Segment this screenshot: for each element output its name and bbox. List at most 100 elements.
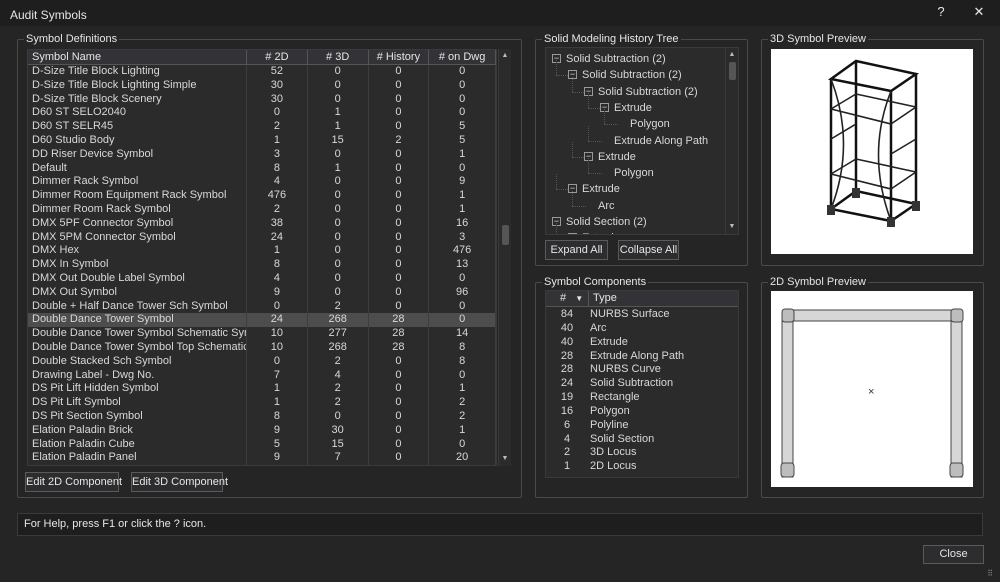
components-body: 84 NURBS Surface 40 Arc 40 Extrude 28 Extrude A… (546, 308, 738, 474)
scroll-up-icon[interactable]: ▲ (726, 50, 738, 60)
col-symbol-name[interactable]: Symbol Name (28, 50, 248, 64)
list-item[interactable]: 24 Solid Subtraction (546, 377, 738, 391)
table-row[interactable]: DMX In Symbol 8 0 0 13 (28, 258, 496, 272)
list-item[interactable]: 28 Extrude Along Path (546, 350, 738, 364)
tree-node[interactable]: Solid Subtraction (2) (566, 52, 666, 66)
tree-node[interactable]: Arc (598, 199, 615, 213)
list-item[interactable]: 16 Polygon (546, 405, 738, 419)
col-type[interactable]: Type (588, 291, 617, 306)
cell-count: 0 (369, 396, 430, 410)
table-row[interactable]: Dimmer Room Rack Symbol 2 0 0 1 (28, 202, 496, 217)
table-row[interactable]: D60 ST SELO2040 0 1 0 0 (28, 106, 496, 121)
cell-count: 0 (247, 106, 308, 121)
table-row[interactable]: D60 ST SELR45 2 1 0 5 (28, 120, 496, 134)
list-item[interactable]: 4 Solid Section (546, 433, 738, 447)
tree-node[interactable]: Extrude (582, 231, 620, 234)
table-row[interactable]: Double Dance Tower Symbol 24 268 28 0 (28, 313, 496, 328)
tree-connector (572, 190, 573, 206)
tree-scrollbar[interactable]: ▲ ▼ (725, 48, 738, 234)
list-item[interactable]: 1 2D Locus (546, 460, 738, 474)
scroll-thumb[interactable] (502, 225, 509, 245)
table-row[interactable]: D-Size Title Block Lighting 52 0 0 0 (28, 65, 496, 79)
definitions-scrollbar[interactable]: ▲ ▼ (498, 49, 511, 466)
list-item[interactable]: 19 Rectangle (546, 391, 738, 405)
preview-2d-canvas[interactable]: × (771, 291, 973, 487)
tree-connector (572, 205, 586, 207)
tree-node[interactable]: Solid Subtraction (2) (582, 68, 682, 82)
close-button[interactable]: Close (923, 545, 984, 564)
list-item[interactable]: 6 Polyline (546, 419, 738, 433)
cell-symbol-name: DD Riser Device Symbol (28, 147, 248, 162)
tree-node[interactable]: Polygon (630, 117, 670, 131)
cell-symbol-name: DMX 5PF Connector Symbol (28, 216, 248, 231)
table-row[interactable]: Drawing Label - Dwg No. 7 4 0 0 (28, 368, 496, 383)
cell-symbol-name: Elation Paladin Panel (28, 451, 248, 465)
table-row[interactable]: D-Size Title Block Lighting Simple 30 0 0 0 (28, 78, 496, 93)
collapse-all-button[interactable]: Collapse All (618, 240, 679, 260)
table-row[interactable]: Double Stacked Sch Symbol 0 2 0 8 (28, 354, 496, 369)
table-row[interactable]: Elation Paladin Panel 9 7 0 20 (28, 451, 496, 465)
table-row[interactable]: D60 Studio Body 1 15 2 5 (28, 133, 496, 148)
expand-all-button[interactable]: Expand All (545, 240, 608, 260)
cell-count: 0 (369, 106, 430, 121)
tree-connector (572, 141, 573, 157)
scroll-thumb[interactable] (729, 62, 736, 80)
tree-node[interactable]: Extrude (582, 182, 620, 196)
collapse-toggle-icon[interactable]: − (568, 233, 577, 234)
cell-count: 0 (369, 271, 430, 286)
tree-node[interactable]: Polygon (614, 166, 654, 180)
symbol-definitions-table[interactable]: Symbol Name # 2D # 3D # History # on Dwg… (27, 49, 497, 466)
table-row[interactable]: DMX Out Double Label Symbol 4 0 0 0 (28, 271, 496, 286)
scroll-down-icon[interactable]: ▼ (726, 222, 738, 232)
cell-count: 0 (369, 216, 430, 231)
list-item[interactable]: 40 Extrude (546, 336, 738, 350)
cell-count: 52 (247, 65, 308, 79)
history-tree[interactable]: − Solid Subtraction (2) − Solid Subtraction… (545, 47, 739, 235)
table-row[interactable]: DMX Hex 1 0 0 476 (28, 244, 496, 259)
table-row[interactable]: DS Pit Section Symbol 8 0 0 2 (28, 409, 496, 424)
list-item[interactable]: 28 NURBS Curve (546, 363, 738, 377)
list-item[interactable]: 40 Arc (546, 322, 738, 336)
help-button[interactable]: ? (926, 2, 956, 22)
table-row[interactable]: D-Size Title Block Scenery 30 0 0 0 (28, 92, 496, 107)
preview-3d-canvas[interactable] (771, 49, 973, 254)
cell-count: 0 (308, 244, 369, 259)
edit-3d-component-button[interactable]: Edit 3D Component (131, 472, 228, 492)
cell-count: 0 (369, 202, 430, 217)
symbol-components-table[interactable]: # ▼ Type 84 NURBS Surface 40 Arc 40 Extrude 28… (545, 290, 739, 478)
tree-node[interactable]: Solid Subtraction (2) (598, 85, 698, 99)
cell-count: 0 (369, 161, 430, 176)
table-row[interactable]: Dimmer Room Equipment Rack Symbol 476 0 0 1 (28, 189, 496, 203)
close-window-icon[interactable]: ✕ (964, 2, 994, 22)
table-row[interactable]: DMX 5PF Connector Symbol 38 0 0 16 (28, 216, 496, 231)
scroll-down-icon[interactable]: ▼ (499, 454, 511, 464)
tree-node[interactable]: Solid Section (2) (566, 215, 647, 229)
table-row[interactable]: Double Dance Tower Symbol Schematic Symb… (28, 327, 496, 341)
table-row[interactable]: Double Dance Tower Symbol Top Schematic … (28, 340, 496, 355)
col-history[interactable]: # History (369, 50, 430, 64)
table-row[interactable]: DD Riser Device Symbol 3 0 0 1 (28, 147, 496, 162)
table-row[interactable]: Double + Half Dance Tower Sch Symbol 0 2 0 0 (28, 299, 496, 314)
table-row[interactable]: Elation Paladin Brick 9 30 0 1 (28, 423, 496, 438)
col-2d[interactable]: # 2D (247, 50, 308, 64)
list-item[interactable]: 84 NURBS Surface (546, 308, 738, 322)
table-row[interactable]: Default 8 1 0 0 (28, 161, 496, 176)
tree-node[interactable]: Extrude (598, 150, 636, 164)
table-row[interactable]: DS Pit Lift Hidden Symbol 1 2 0 1 (28, 382, 496, 397)
cell-count: 0 (308, 147, 369, 162)
cell-count: 96 (429, 285, 496, 300)
col-count[interactable]: # ▼ (546, 291, 588, 306)
table-row[interactable]: DMX 5PM Connector Symbol 24 0 0 3 (28, 230, 496, 245)
tree-node[interactable]: Extrude Along Path (614, 134, 708, 148)
tree-node[interactable]: Extrude (614, 101, 652, 115)
scroll-up-icon[interactable]: ▲ (499, 51, 511, 61)
table-row[interactable]: DMX Out Symbol 9 0 0 96 (28, 285, 496, 300)
table-row[interactable]: DS Pit Lift Symbol 1 2 0 2 (28, 396, 496, 410)
col-3d[interactable]: # 3D (308, 50, 369, 64)
table-row[interactable]: Elation Paladin Cube 5 15 0 0 (28, 437, 496, 452)
edit-2d-component-button[interactable]: Edit 2D Component (25, 472, 122, 492)
table-row[interactable]: Dimmer Rack Symbol 4 0 0 9 (28, 175, 496, 190)
list-item[interactable]: 2 3D Locus (546, 446, 738, 460)
resize-grip-icon[interactable]: ⠿ (987, 570, 994, 578)
col-on-dwg[interactable]: # on Dwg (429, 50, 496, 64)
